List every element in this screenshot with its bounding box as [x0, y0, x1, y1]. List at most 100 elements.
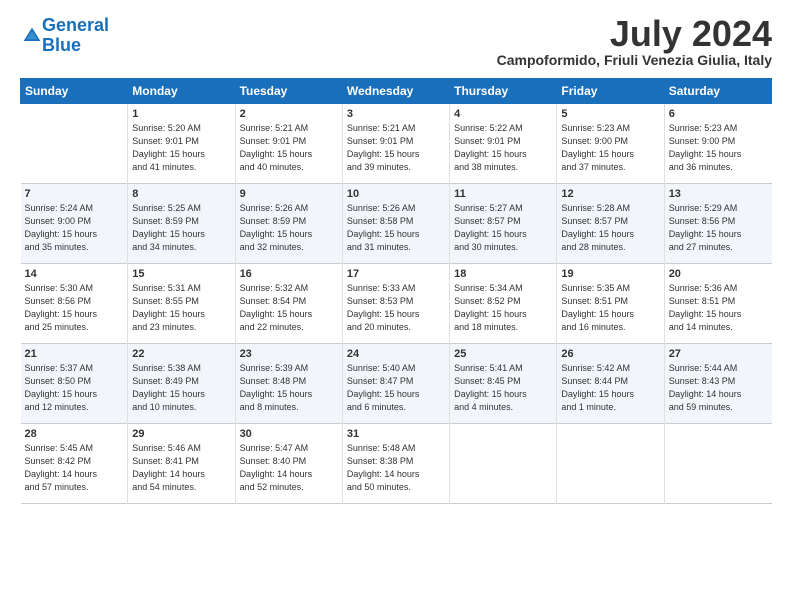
- day-info: Sunrise: 5:20 AM Sunset: 9:01 PM Dayligh…: [132, 122, 230, 174]
- table-row: 17 Sunrise: 5:33 AM Sunset: 8:53 PM Dayli…: [342, 264, 449, 344]
- table-row: 4 Sunrise: 5:22 AM Sunset: 9:01 PM Daylig…: [450, 104, 557, 184]
- calendar-row: 1 Sunrise: 5:20 AM Sunset: 9:01 PM Daylig…: [21, 104, 772, 184]
- day-info: Sunrise: 5:40 AM Sunset: 8:47 PM Dayligh…: [347, 362, 445, 414]
- calendar-row: 7 Sunrise: 5:24 AM Sunset: 9:00 PM Daylig…: [21, 184, 772, 264]
- calendar-row: 28 Sunrise: 5:45 AM Sunset: 8:42 PM Dayli…: [21, 424, 772, 504]
- location-title: Campoformido, Friuli Venezia Giulia, Ita…: [497, 52, 772, 68]
- day-info: Sunrise: 5:32 AM Sunset: 8:54 PM Dayligh…: [240, 282, 338, 334]
- table-row: 25 Sunrise: 5:41 AM Sunset: 8:45 PM Dayli…: [450, 344, 557, 424]
- table-row: 19 Sunrise: 5:35 AM Sunset: 8:51 PM Dayli…: [557, 264, 664, 344]
- day-number: 27: [669, 348, 768, 360]
- table-row: 6Sunrise: 5:23 AM Sunset: 9:00 PM Daylig…: [664, 104, 771, 184]
- day-number: 15: [132, 268, 230, 280]
- col-thursday: Thursday: [450, 79, 557, 104]
- day-info: Sunrise: 5:44 AM Sunset: 8:43 PM Dayligh…: [669, 362, 768, 414]
- day-number: 3: [347, 108, 445, 120]
- header-row: Sunday Monday Tuesday Wednesday Thursday…: [21, 79, 772, 104]
- day-number: 23: [240, 348, 338, 360]
- day-number: 26: [561, 348, 659, 360]
- day-number: 31: [347, 428, 445, 440]
- day-number: 11: [454, 188, 552, 200]
- day-info: Sunrise: 5:22 AM Sunset: 9:01 PM Dayligh…: [454, 122, 552, 174]
- day-number: 22: [132, 348, 230, 360]
- table-row: 11Sunrise: 5:27 AM Sunset: 8:57 PM Dayli…: [450, 184, 557, 264]
- table-row: 31Sunrise: 5:48 AM Sunset: 8:38 PM Dayli…: [342, 424, 449, 504]
- table-row: 22 Sunrise: 5:38 AM Sunset: 8:49 PM Dayli…: [128, 344, 235, 424]
- table-row: 5Sunrise: 5:23 AM Sunset: 9:00 PM Daylig…: [557, 104, 664, 184]
- title-block: July 2024 Campoformido, Friuli Venezia G…: [497, 16, 772, 68]
- day-number: 5: [561, 108, 659, 120]
- table-row: 21 Sunrise: 5:37 AM Sunset: 8:50 PM Dayli…: [21, 344, 128, 424]
- col-tuesday: Tuesday: [235, 79, 342, 104]
- day-info: Sunrise: 5:47 AM Sunset: 8:40 PM Dayligh…: [240, 442, 338, 494]
- day-number: 4: [454, 108, 552, 120]
- day-info: Sunrise: 5:37 AM Sunset: 8:50 PM Dayligh…: [25, 362, 124, 414]
- table-row: 18 Sunrise: 5:34 AM Sunset: 8:52 PM Dayli…: [450, 264, 557, 344]
- day-number: 20: [669, 268, 768, 280]
- table-row: 12 Sunrise: 5:28 AM Sunset: 8:57 PM Dayli…: [557, 184, 664, 264]
- logo-text: General Blue: [42, 16, 109, 56]
- day-info: Sunrise: 5:23 AM Sunset: 9:00 PM Dayligh…: [669, 122, 768, 174]
- day-number: 9: [240, 188, 338, 200]
- logo: General Blue: [20, 16, 109, 56]
- day-info: Sunrise: 5:26 AM Sunset: 8:58 PM Dayligh…: [347, 202, 445, 254]
- day-info: Sunrise: 5:26 AM Sunset: 8:59 PM Dayligh…: [240, 202, 338, 254]
- col-friday: Friday: [557, 79, 664, 104]
- day-number: 10: [347, 188, 445, 200]
- day-number: 13: [669, 188, 768, 200]
- day-number: 19: [561, 268, 659, 280]
- day-info: Sunrise: 5:38 AM Sunset: 8:49 PM Dayligh…: [132, 362, 230, 414]
- day-number: 25: [454, 348, 552, 360]
- table-row: 8Sunrise: 5:25 AM Sunset: 8:59 PM Daylig…: [128, 184, 235, 264]
- day-number: 1: [132, 108, 230, 120]
- day-info: Sunrise: 5:29 AM Sunset: 8:56 PM Dayligh…: [669, 202, 768, 254]
- table-row: 24 Sunrise: 5:40 AM Sunset: 8:47 PM Dayli…: [342, 344, 449, 424]
- col-saturday: Saturday: [664, 79, 771, 104]
- day-info: Sunrise: 5:30 AM Sunset: 8:56 PM Dayligh…: [25, 282, 124, 334]
- calendar-row: 21 Sunrise: 5:37 AM Sunset: 8:50 PM Dayli…: [21, 344, 772, 424]
- day-info: Sunrise: 5:28 AM Sunset: 8:57 PM Dayligh…: [561, 202, 659, 254]
- day-info: Sunrise: 5:45 AM Sunset: 8:42 PM Dayligh…: [25, 442, 124, 494]
- table-row: 10 Sunrise: 5:26 AM Sunset: 8:58 PM Dayli…: [342, 184, 449, 264]
- calendar-row: 14 Sunrise: 5:30 AM Sunset: 8:56 PM Dayli…: [21, 264, 772, 344]
- day-number: 28: [25, 428, 124, 440]
- day-info: Sunrise: 5:35 AM Sunset: 8:51 PM Dayligh…: [561, 282, 659, 334]
- table-row: 26 Sunrise: 5:42 AM Sunset: 8:44 PM Dayli…: [557, 344, 664, 424]
- day-number: 29: [132, 428, 230, 440]
- day-info: Sunrise: 5:34 AM Sunset: 8:52 PM Dayligh…: [454, 282, 552, 334]
- day-info: Sunrise: 5:21 AM Sunset: 9:01 PM Dayligh…: [347, 122, 445, 174]
- day-info: Sunrise: 5:46 AM Sunset: 8:41 PM Dayligh…: [132, 442, 230, 494]
- day-info: Sunrise: 5:31 AM Sunset: 8:55 PM Dayligh…: [132, 282, 230, 334]
- day-info: Sunrise: 5:39 AM Sunset: 8:48 PM Dayligh…: [240, 362, 338, 414]
- day-info: Sunrise: 5:33 AM Sunset: 8:53 PM Dayligh…: [347, 282, 445, 334]
- table-row: 27 Sunrise: 5:44 AM Sunset: 8:43 PM Dayli…: [664, 344, 771, 424]
- table-row: 1 Sunrise: 5:20 AM Sunset: 9:01 PM Daylig…: [128, 104, 235, 184]
- table-row: 28 Sunrise: 5:45 AM Sunset: 8:42 PM Dayli…: [21, 424, 128, 504]
- day-info: Sunrise: 5:41 AM Sunset: 8:45 PM Dayligh…: [454, 362, 552, 414]
- day-number: 17: [347, 268, 445, 280]
- day-info: Sunrise: 5:24 AM Sunset: 9:00 PM Dayligh…: [25, 202, 124, 254]
- table-row: 13 Sunrise: 5:29 AM Sunset: 8:56 PM Dayli…: [664, 184, 771, 264]
- table-row: 20Sunrise: 5:36 AM Sunset: 8:51 PM Dayli…: [664, 264, 771, 344]
- logo-icon: [22, 26, 42, 46]
- day-number: 24: [347, 348, 445, 360]
- table-row: [21, 104, 128, 184]
- day-number: 18: [454, 268, 552, 280]
- table-row: [664, 424, 771, 504]
- day-number: 8: [132, 188, 230, 200]
- table-row: 9 Sunrise: 5:26 AM Sunset: 8:59 PM Daylig…: [235, 184, 342, 264]
- day-number: 7: [25, 188, 124, 200]
- page: General Blue July 2024 Campoformido, Fri…: [0, 0, 792, 516]
- table-row: [450, 424, 557, 504]
- day-info: Sunrise: 5:42 AM Sunset: 8:44 PM Dayligh…: [561, 362, 659, 414]
- day-number: 14: [25, 268, 124, 280]
- calendar-table: Sunday Monday Tuesday Wednesday Thursday…: [20, 78, 772, 504]
- col-wednesday: Wednesday: [342, 79, 449, 104]
- day-number: 16: [240, 268, 338, 280]
- day-number: 21: [25, 348, 124, 360]
- table-row: 15 Sunrise: 5:31 AM Sunset: 8:55 PM Dayli…: [128, 264, 235, 344]
- table-row: 7 Sunrise: 5:24 AM Sunset: 9:00 PM Daylig…: [21, 184, 128, 264]
- day-number: 12: [561, 188, 659, 200]
- table-row: [557, 424, 664, 504]
- header: General Blue July 2024 Campoformido, Fri…: [20, 16, 772, 68]
